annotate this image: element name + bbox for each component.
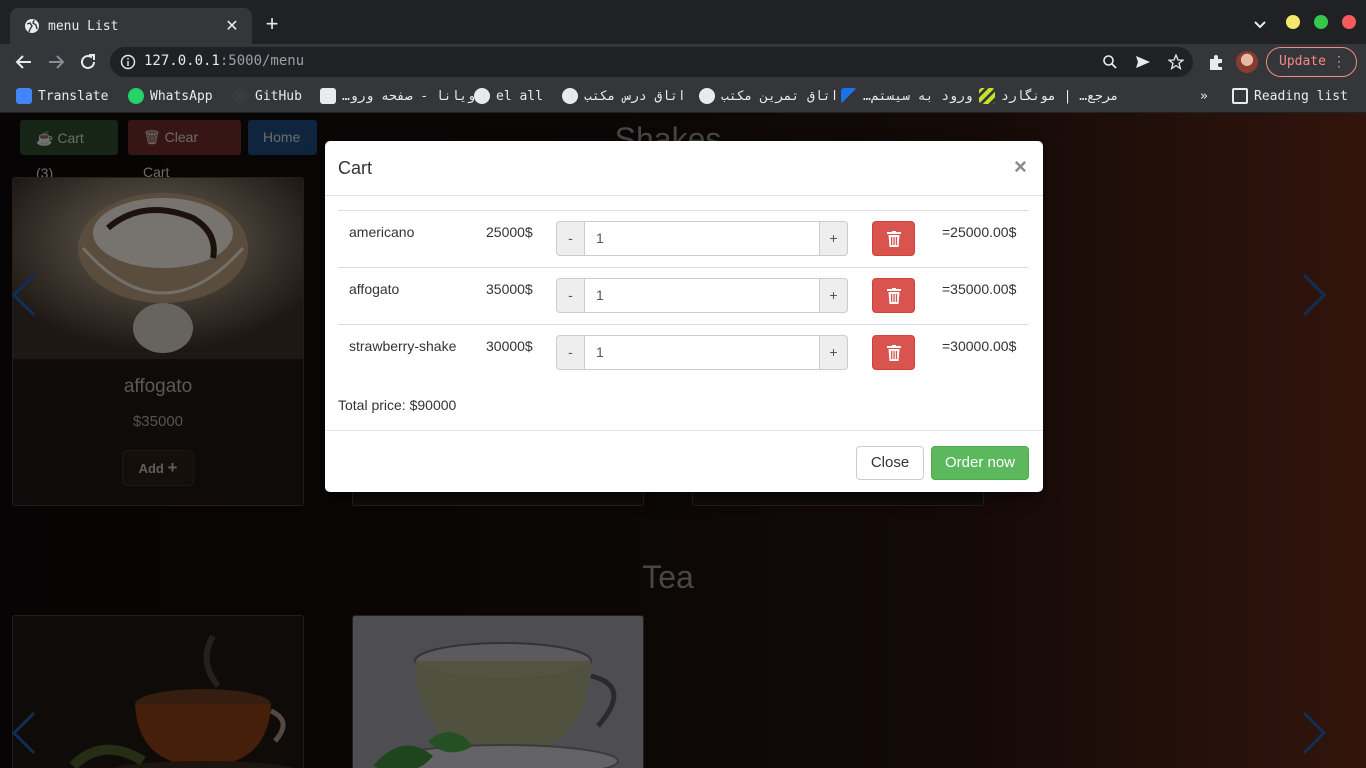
update-label: Update xyxy=(1279,54,1326,69)
bookmark-practice-room[interactable]: اتاق تمرین مکتب xyxy=(699,86,838,106)
quantity-input[interactable]: 1 xyxy=(584,278,820,313)
decrease-quantity-button[interactable]: - xyxy=(556,278,585,313)
globe-icon xyxy=(25,19,39,33)
reading-list-icon xyxy=(1232,88,1248,104)
account-icon xyxy=(474,88,490,104)
item-name: affogato xyxy=(349,281,400,297)
back-icon[interactable] xyxy=(14,52,34,72)
update-button[interactable]: Update ⋮ xyxy=(1266,47,1357,77)
account-icon xyxy=(562,88,578,104)
address-bar[interactable]: 127.0.0.1:5000/menu xyxy=(110,47,1193,77)
bookmark-el-all[interactable]: el all xyxy=(474,86,543,106)
item-total: =35000.00$ xyxy=(942,281,1017,297)
item-price: 30000$ xyxy=(486,338,533,354)
whatsapp-icon xyxy=(128,88,144,104)
document-icon xyxy=(320,88,336,104)
decrease-quantity-button[interactable]: - xyxy=(556,335,585,370)
bookmark-system-login[interactable]: ورود به سیستم… xyxy=(841,86,973,106)
item-name: americano xyxy=(349,224,415,240)
bookmark-github[interactable]: GitHub xyxy=(233,86,302,106)
browser-toolbar: 127.0.0.1:5000/menu Update ⋮ xyxy=(0,44,1366,80)
decrease-quantity-button[interactable]: - xyxy=(556,221,585,256)
bookmark-label: اتاق تمرین مکتب xyxy=(721,88,839,104)
chevron-down-icon[interactable] xyxy=(1252,16,1268,32)
cart-row: strawberry-shake 30000$ - 1 + =30000.00$ xyxy=(338,324,1029,381)
modal-title: Cart xyxy=(338,158,373,178)
increase-quantity-button[interactable]: + xyxy=(819,221,848,256)
bookmark-translate[interactable]: Translate xyxy=(16,86,108,106)
cart-row: americano 25000$ - 1 + =25000.00$ xyxy=(338,210,1029,267)
quantity-input[interactable]: 1 xyxy=(584,335,820,370)
trash-icon xyxy=(887,231,901,247)
remove-item-button[interactable] xyxy=(872,278,915,313)
remove-item-button[interactable] xyxy=(872,335,915,370)
github-icon xyxy=(233,88,249,104)
url-host: 127.0.0.1 xyxy=(144,53,220,69)
close-window-button[interactable] xyxy=(1342,15,1356,29)
trash-icon xyxy=(887,345,901,361)
forward-icon[interactable] xyxy=(46,52,66,72)
bookmark-label: ویانا - صفحه ورو… xyxy=(342,88,476,104)
item-total: =30000.00$ xyxy=(942,338,1017,354)
close-button[interactable]: Close xyxy=(856,446,924,480)
bookmark-label: ورود به سیستم… xyxy=(863,88,973,104)
send-icon[interactable] xyxy=(1135,54,1151,70)
order-now-button[interactable]: Order now xyxy=(931,446,1029,480)
bookmark-viana[interactable]: ویانا - صفحه ورو… xyxy=(320,86,475,106)
bookmark-label: GitHub xyxy=(255,88,302,104)
bookmark-label: اتاق درس مکتب xyxy=(584,88,686,104)
increase-quantity-button[interactable]: + xyxy=(819,335,848,370)
tab-title: menu List xyxy=(48,18,119,34)
item-price: 25000$ xyxy=(486,224,533,240)
browser-tab[interactable]: menu List ✕ xyxy=(10,8,252,44)
bookmarks-bar: Translate WhatsApp GitHub ویانا - صفحه و… xyxy=(0,80,1366,113)
bookmark-label: مرجع… | مونگارد xyxy=(1001,88,1119,104)
sail-icon xyxy=(841,88,857,104)
cart-row: affogato 35000$ - 1 + =35000.00$ xyxy=(338,267,1029,324)
profile-avatar[interactable] xyxy=(1236,51,1258,73)
total-price: Total price: $90000 xyxy=(338,397,457,413)
more-vert-icon: ⋮ xyxy=(1332,54,1346,70)
tab-close-icon[interactable]: ✕ xyxy=(222,16,242,36)
bookmark-label: WhatsApp xyxy=(150,88,213,104)
reading-list-label: Reading list xyxy=(1254,88,1348,104)
bookmark-whatsapp[interactable]: WhatsApp xyxy=(128,86,213,106)
url-path: :5000/menu xyxy=(219,53,305,69)
reading-list-button[interactable]: Reading list xyxy=(1232,86,1348,106)
item-name: strawberry-shake xyxy=(349,338,457,354)
reload-icon[interactable] xyxy=(78,52,98,72)
remove-item-button[interactable] xyxy=(872,221,915,256)
modal-footer: Close Order now xyxy=(325,430,1043,492)
increase-quantity-button[interactable]: + xyxy=(819,278,848,313)
minimize-button[interactable] xyxy=(1286,15,1300,29)
star-icon[interactable] xyxy=(1168,54,1184,70)
quantity-input[interactable]: 1 xyxy=(584,221,820,256)
item-total: =25000.00$ xyxy=(942,224,1017,240)
new-tab-button[interactable]: + xyxy=(262,13,282,35)
bookmark-class-room[interactable]: اتاق درس مکتب xyxy=(562,86,686,106)
bookmark-mongard[interactable]: مرجع… | مونگارد xyxy=(979,86,1118,106)
bookmark-label: el all xyxy=(496,88,543,104)
url-text: 127.0.0.1:5000/menu xyxy=(144,53,304,69)
google-translate-icon xyxy=(16,88,32,104)
modal-close-icon[interactable]: × xyxy=(1014,155,1027,179)
cart-modal: Cart × americano 25000$ - 1 + =25000.00$… xyxy=(325,141,1043,492)
maximize-button[interactable] xyxy=(1314,15,1328,29)
info-icon[interactable] xyxy=(120,54,136,70)
bookmark-label: Translate xyxy=(38,88,109,104)
zoom-icon[interactable] xyxy=(1102,54,1118,70)
tab-strip: menu List ✕ + xyxy=(0,0,1366,44)
more-bookmarks-label: » xyxy=(1200,88,1208,104)
extensions-icon[interactable] xyxy=(1207,53,1225,71)
mongard-icon xyxy=(979,88,995,104)
item-price: 35000$ xyxy=(486,281,533,297)
account-icon xyxy=(699,88,715,104)
more-bookmarks-button[interactable]: » xyxy=(1200,86,1208,106)
modal-header: Cart × xyxy=(325,141,1043,196)
trash-icon xyxy=(887,288,901,304)
